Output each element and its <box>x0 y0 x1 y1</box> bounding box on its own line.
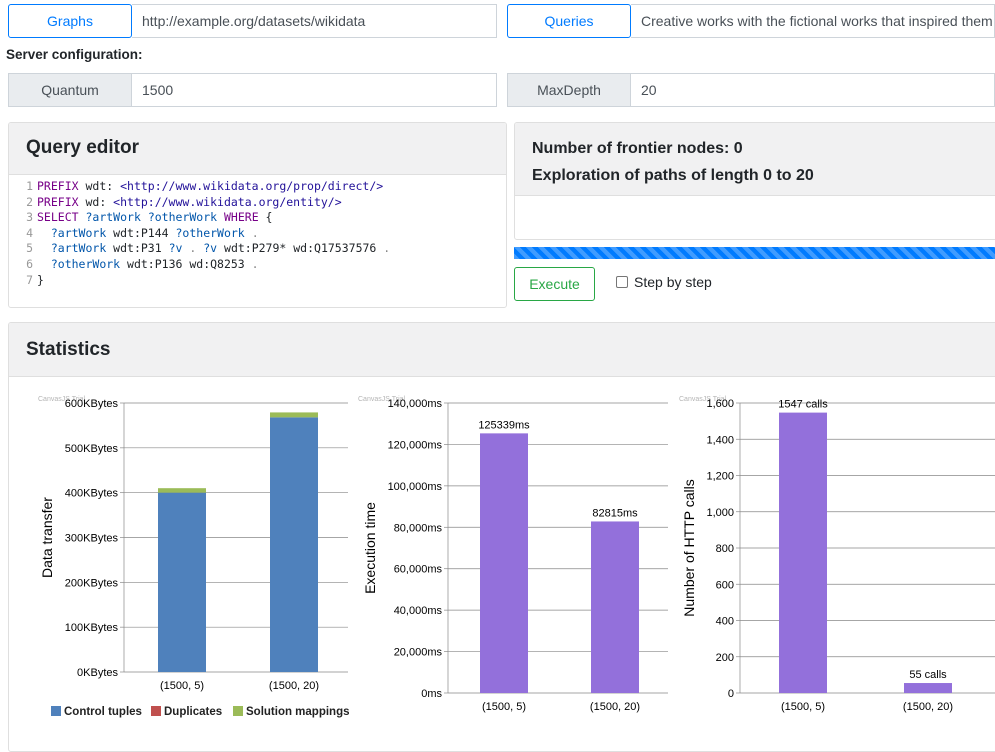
execute-button[interactable]: Execute <box>514 267 595 301</box>
maxdepth-label: MaxDepth <box>507 73 631 107</box>
code-editor[interactable]: 1 PREFIX wdt: <http://www.wikidata.org/pr… <box>9 175 506 288</box>
maxdepth-row: MaxDepth 20 <box>507 73 995 107</box>
line-number: 1 <box>26 179 33 193</box>
quantum-row: Quantum 1500 <box>8 73 497 107</box>
line-number: 4 <box>26 225 33 240</box>
maxdepth-input[interactable]: 20 <box>631 73 995 107</box>
exploration-header: Number of frontier nodes: 0 Exploration … <box>515 123 995 196</box>
query-editor-title: Query editor <box>9 123 506 175</box>
graphs-value[interactable]: http://example.org/datasets/wikidata <box>132 4 497 38</box>
quantum-label: Quantum <box>8 73 132 107</box>
step-by-step-toggle[interactable]: Step by step <box>616 274 712 290</box>
progress-bar <box>514 247 995 259</box>
queries-row: Queries Creative works with the fictiona… <box>507 4 995 38</box>
graphs-row: Graphs http://example.org/datasets/wikid… <box>8 4 497 38</box>
line-number: 5 <box>26 241 33 256</box>
queries-button[interactable]: Queries <box>507 4 631 38</box>
line-number: 6 <box>26 256 33 271</box>
statistics-card: Statistics <box>8 322 995 752</box>
step-by-step-checkbox[interactable] <box>616 276 628 288</box>
line-number: 2 <box>26 194 33 209</box>
line-number: 3 <box>26 210 33 225</box>
paths-length-text: Exploration of paths of length 0 to 20 <box>532 167 814 184</box>
statistics-title: Statistics <box>9 323 995 377</box>
quantum-input[interactable]: 1500 <box>132 73 497 107</box>
graphs-button[interactable]: Graphs <box>8 4 132 38</box>
step-by-step-label: Step by step <box>634 274 712 290</box>
frontier-nodes-text: Number of frontier nodes: 0 <box>532 140 743 157</box>
queries-value[interactable]: Creative works with the fictional works … <box>631 4 995 38</box>
query-editor-card: Query editor 1 PREFIX wdt: <http://www.wi… <box>8 122 507 308</box>
server-config-heading: Server configuration: <box>6 47 143 62</box>
exploration-card: Number of frontier nodes: 0 Exploration … <box>514 122 995 240</box>
line-number: 7 <box>26 272 33 287</box>
